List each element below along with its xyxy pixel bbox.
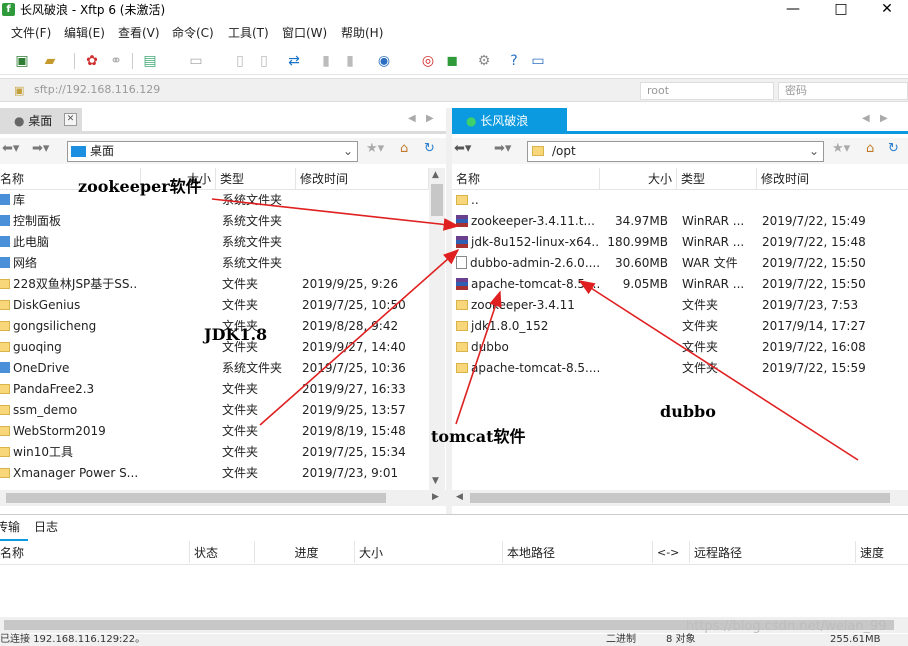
arrow-dubbo [580, 281, 858, 460]
arrow-zookeeper [212, 199, 458, 226]
arrow-jdk [260, 250, 458, 425]
arrow-tomcat [456, 292, 500, 424]
annotation-arrows [0, 0, 908, 646]
